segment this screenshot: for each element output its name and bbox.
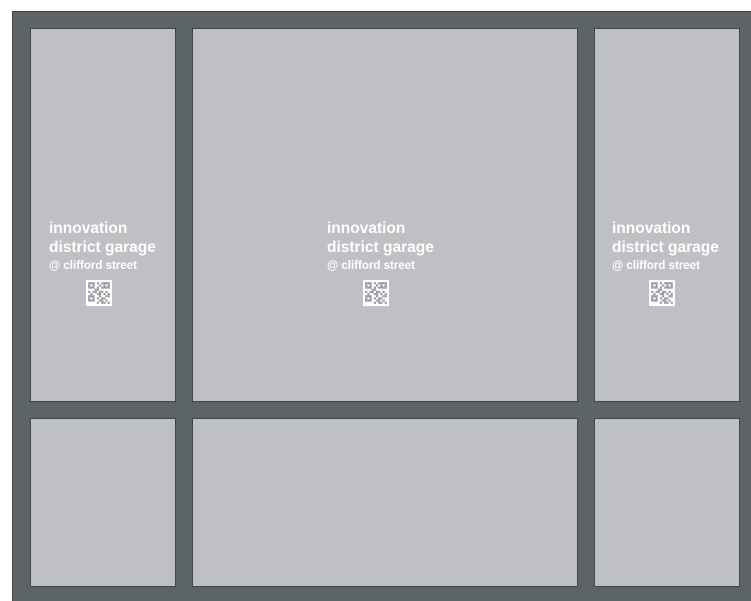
sign-label: innovation district garage @ clifford st… bbox=[327, 219, 434, 275]
qr-code-pattern bbox=[88, 282, 110, 304]
sign-title-line2: district garage bbox=[612, 239, 719, 256]
qr-code-icon bbox=[649, 280, 675, 306]
sign-label: innovation district garage @ clifford st… bbox=[49, 219, 156, 275]
sign-title-line2: district garage bbox=[327, 239, 434, 256]
qr-code-pattern bbox=[651, 282, 673, 304]
sign-title-line1: innovation bbox=[49, 220, 128, 237]
qr-code-icon bbox=[86, 280, 112, 306]
panel-bottom-center bbox=[192, 418, 578, 587]
panel-top-left: innovation district garage @ clifford st… bbox=[30, 28, 176, 402]
panel-bottom-right bbox=[594, 418, 740, 587]
sign-subtitle: @ clifford street bbox=[612, 260, 700, 272]
panel-top-center: innovation district garage @ clifford st… bbox=[192, 28, 578, 402]
panel-bottom-left bbox=[30, 418, 176, 587]
sign-title-line1: innovation bbox=[612, 220, 691, 237]
qr-code-pattern bbox=[365, 282, 387, 304]
sign-subtitle: @ clifford street bbox=[327, 260, 415, 272]
panel-top-right: innovation district garage @ clifford st… bbox=[594, 28, 740, 402]
sign-subtitle: @ clifford street bbox=[49, 260, 137, 272]
qr-code-icon bbox=[363, 280, 389, 306]
sign-title-line1: innovation bbox=[327, 220, 406, 237]
sign-label: innovation district garage @ clifford st… bbox=[612, 219, 719, 275]
sign-title-line2: district garage bbox=[49, 239, 156, 256]
